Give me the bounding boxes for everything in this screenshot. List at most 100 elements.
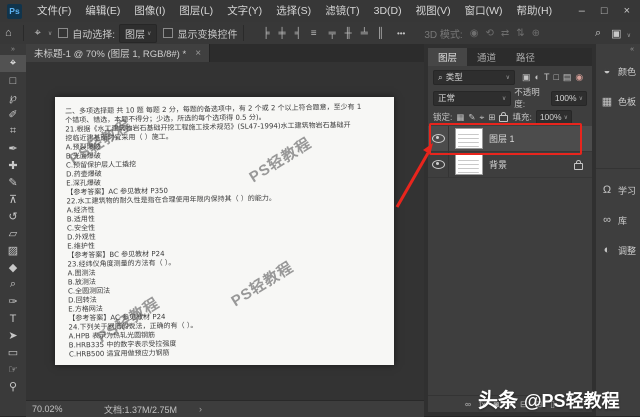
chevron-down-icon: ∨: [506, 74, 510, 81]
menu-item[interactable]: 图像(I): [127, 0, 172, 22]
workspace-switcher-icon[interactable]: ▣ ∨: [611, 27, 631, 40]
panel-tab[interactable]: 通道: [467, 48, 506, 66]
menu-item[interactable]: 3D(D): [367, 0, 409, 22]
lock-transparency-icon[interactable]: ▦: [456, 112, 464, 123]
photoshop-window: Ps 文件(F)编辑(E)图像(I)图层(L)文字(Y)选择(S)滤镜(T)3D…: [0, 0, 640, 416]
adjustments-panel-icon[interactable]: ◐ 调整: [596, 235, 640, 265]
filter-image-icon[interactable]: ▣: [522, 72, 531, 83]
color-panel-icon[interactable]: ◒ 颜色: [596, 56, 640, 86]
auto-select-checkbox[interactable]: [58, 28, 68, 38]
lock-all-icon[interactable]: [499, 115, 508, 122]
align-icon[interactable]: ╪: [279, 28, 286, 39]
dodge-tool-icon[interactable]: ⌕: [0, 276, 26, 293]
menu-item[interactable]: 编辑(E): [78, 0, 127, 22]
blur-tool-icon[interactable]: ◆: [0, 259, 26, 276]
toolbar-collapse-icon[interactable]: »: [0, 44, 26, 55]
panel-dock: 图层通道路径 ⌕ 类型 ∨ ▣◐T□▤◉ 正常 ∨ 不透明度: 100%: [424, 44, 640, 416]
panel-tab[interactable]: 路径: [506, 48, 545, 66]
lock-pixels-icon[interactable]: ✎: [468, 112, 475, 123]
maximize-icon[interactable]: □: [601, 5, 608, 17]
dock-collapse-icon[interactable]: «: [596, 44, 640, 56]
blend-mode-dropdown[interactable]: 正常 ∨: [433, 91, 511, 106]
chevron-down-icon: ∨: [147, 30, 151, 37]
opacity-label: 不透明度:: [514, 86, 548, 110]
align-icon[interactable]: ╡: [295, 28, 302, 39]
brush-tool-icon[interactable]: ✎: [0, 174, 26, 191]
align-icon[interactable]: ╞: [262, 28, 269, 39]
pen-tool-icon[interactable]: ✑: [0, 293, 26, 310]
status-chevron-icon[interactable]: ›: [199, 404, 202, 414]
menu-item[interactable]: 滤镜(T): [318, 0, 366, 22]
3d-mode-icon: ⊕: [532, 28, 540, 39]
filter-type-icon[interactable]: T: [544, 72, 550, 83]
menu-item[interactable]: 文件(F): [30, 0, 78, 22]
lock-position-icon[interactable]: ⌖: [480, 112, 485, 123]
history-brush-tool-icon[interactable]: ↺: [0, 208, 26, 225]
document-tab[interactable]: 未标题-1 @ 70% (图层 1, RGB/8#) * ×: [26, 44, 210, 62]
menu-item[interactable]: 帮助(H): [510, 0, 560, 22]
visibility-cell[interactable]: [428, 152, 449, 177]
eraser-tool-icon[interactable]: ▱: [0, 225, 26, 242]
panel-tab[interactable]: 图层: [428, 48, 467, 66]
search-icon[interactable]: ⌕: [595, 27, 601, 40]
minimize-icon[interactable]: –: [579, 5, 585, 17]
align-icon[interactable]: ≡: [311, 28, 317, 39]
crop-tool-icon[interactable]: ⌗: [0, 123, 26, 140]
filter-smart-object-icon[interactable]: ▤: [563, 72, 572, 83]
menu-item[interactable]: 选择(S): [269, 0, 318, 22]
document-area: 未标题-1 @ 70% (图层 1, RGB/8#) * × 二、多项选择题 共…: [26, 44, 424, 416]
home-icon[interactable]: ⌂: [0, 27, 17, 39]
zoom-tool-icon[interactable]: ⚲: [0, 378, 26, 395]
distribute-icon[interactable]: ║: [377, 28, 384, 39]
lasso-tool-icon[interactable]: ℘: [0, 89, 26, 106]
path-selection-tool-icon[interactable]: ➤: [0, 327, 26, 344]
move-tool-icon[interactable]: ⌖: [0, 55, 26, 72]
show-transform-label: 显示变换控件: [177, 26, 237, 41]
clone-stamp-tool-icon[interactable]: ⊼: [0, 191, 26, 208]
filter-shape-icon[interactable]: □: [553, 72, 558, 83]
eye-icon: [432, 160, 445, 169]
menu-item[interactable]: 窗口(W): [458, 0, 510, 22]
eyedropper-tool-icon[interactable]: ✒: [0, 140, 26, 157]
hand-tool-icon[interactable]: ☞: [0, 361, 26, 378]
link-layers-icon[interactable]: ∞: [465, 399, 471, 409]
auto-select-dropdown[interactable]: 图层 ∨: [119, 24, 157, 43]
filter-adjustment-icon[interactable]: ◐: [535, 72, 540, 83]
distribute-icon[interactable]: ╤: [329, 28, 336, 39]
toutiao-watermark-handle: @PS轻教程: [524, 387, 620, 413]
menu-item[interactable]: 图层(L): [172, 0, 220, 22]
document-page: 二、多项选择题 共 10 题 每题 2 分，每题的备选项中，有 2 个或 2 个…: [55, 97, 394, 365]
canvas[interactable]: 二、多项选择题 共 10 题 每题 2 分，每题的备选项中，有 2 个或 2 个…: [26, 62, 424, 400]
layer-row[interactable]: 背景: [428, 152, 592, 178]
quick-selection-tool-icon[interactable]: ✐: [0, 106, 26, 123]
chevron-down-icon[interactable]: ∨: [48, 30, 52, 37]
gradient-tool-icon[interactable]: ▨: [0, 242, 26, 259]
distribute-icon[interactable]: ╧: [361, 28, 368, 39]
lock-artboard-icon[interactable]: ⊞: [488, 112, 495, 123]
menu-item[interactable]: 文字(Y): [220, 0, 269, 22]
move-tool-preset-icon[interactable]: ⌖: [30, 27, 46, 40]
filter-toggle-icon[interactable]: ◉: [575, 72, 583, 83]
swatches-panel-icon[interactable]: ▦ 色板: [596, 86, 640, 116]
marquee-tool-icon[interactable]: □: [0, 72, 26, 89]
tab-close-icon[interactable]: ×: [195, 48, 201, 59]
distribute-icons: ╤ ╫ ╧ ║: [329, 28, 384, 39]
filter-type-dropdown[interactable]: ⌕ 类型 ∨: [433, 70, 515, 85]
zoom-level-field[interactable]: 70.02%: [32, 404, 90, 414]
lock-label: 锁定:: [433, 111, 452, 123]
more-options-icon[interactable]: •••: [392, 29, 410, 38]
opacity-field[interactable]: 100% ∨: [551, 91, 587, 106]
shape-tool-icon[interactable]: ▭: [0, 344, 26, 361]
distribute-icon[interactable]: ╫: [345, 28, 352, 39]
divider: [23, 25, 24, 41]
type-tool-icon[interactable]: T: [0, 310, 26, 327]
blend-mode-row: 正常 ∨ 不透明度: 100% ∨: [428, 88, 592, 108]
close-icon[interactable]: ×: [624, 5, 630, 17]
libraries-panel-icon[interactable]: ∞ 库: [596, 205, 640, 235]
show-transform-checkbox[interactable]: [163, 28, 173, 38]
menu-item[interactable]: 视图(V): [409, 0, 458, 22]
layer-thumbnail[interactable]: [455, 154, 483, 175]
healing-brush-tool-icon[interactable]: ✚: [0, 157, 26, 174]
learn-panel-icon[interactable]: Ω 学习: [596, 175, 640, 205]
status-bar: 70.02% 文档:1.37M/2.75M ›: [26, 400, 424, 417]
